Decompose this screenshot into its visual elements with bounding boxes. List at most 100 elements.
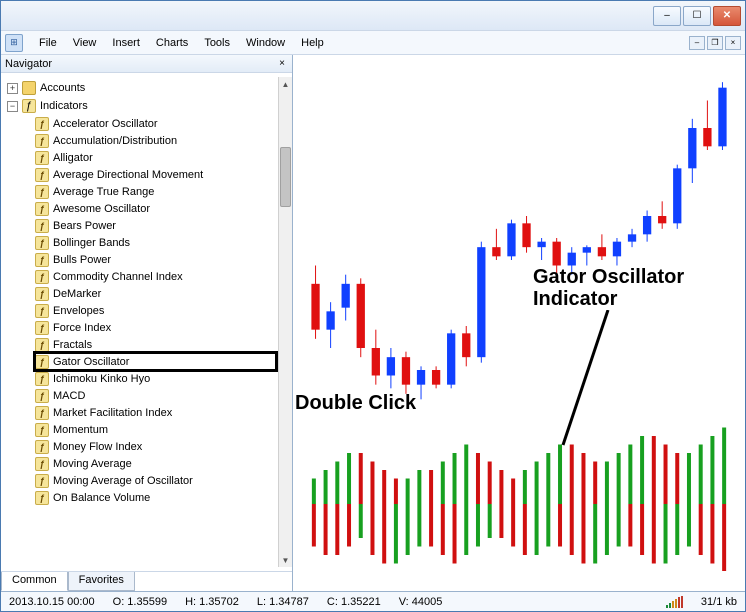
indicator-label: DeMarker xyxy=(53,288,101,300)
tree-node-indicators[interactable]: − ƒ Indicators xyxy=(7,97,276,115)
function-icon: ƒ xyxy=(35,151,49,165)
function-icon: ƒ xyxy=(35,236,49,250)
annotation-double-click: Double Click xyxy=(295,392,416,414)
mdi-close-button[interactable]: × xyxy=(725,36,741,50)
indicator-label: Momentum xyxy=(53,424,108,436)
function-icon: ƒ xyxy=(35,304,49,318)
menu-file[interactable]: File xyxy=(31,34,65,52)
menubar: ⊞ FileViewInsertChartsToolsWindowHelp – … xyxy=(1,31,745,55)
indicator-item[interactable]: ƒAverage True Range xyxy=(35,183,276,200)
chart-area[interactable]: Double Click Gator Oscillator Indicator xyxy=(293,55,745,591)
indicator-label: On Balance Volume xyxy=(53,492,150,504)
status-volume: V: 44005 xyxy=(399,596,443,608)
navigator-tree[interactable]: + Accounts − ƒ Indicators ƒ Accelerator O… xyxy=(1,77,278,567)
function-icon: ƒ xyxy=(35,117,49,131)
indicator-item[interactable]: ƒ Money Flow Index xyxy=(35,438,276,455)
window-minimize-button[interactable]: – xyxy=(653,6,681,26)
menu-help[interactable]: Help xyxy=(293,34,332,52)
mdi-minimize-button[interactable]: – xyxy=(689,36,705,50)
indicator-label: MACD xyxy=(53,390,85,402)
function-icon: ƒ xyxy=(35,389,49,403)
tab-favorites[interactable]: Favorites xyxy=(68,572,135,591)
indicator-item[interactable]: ƒFractals xyxy=(35,336,276,353)
accounts-label: Accounts xyxy=(40,82,85,94)
indicator-item[interactable]: ƒMoving Average of Oscillator xyxy=(35,472,276,489)
navigator-header: Navigator × xyxy=(1,55,292,73)
indicator-label: Accumulation/Distribution xyxy=(53,135,177,147)
navigator-title: Navigator xyxy=(5,58,52,70)
indicator-item[interactable]: ƒAccumulation/Distribution xyxy=(35,132,276,149)
indicators-icon: ƒ xyxy=(22,99,36,113)
tree-node-accounts[interactable]: + Accounts xyxy=(7,79,276,97)
indicator-item[interactable]: ƒMoving Average xyxy=(35,455,276,472)
indicator-item[interactable]: ƒMarket Facilitation Index xyxy=(35,404,276,421)
indicator-label: Money Flow Index xyxy=(53,441,142,453)
annotation-arrow-line xyxy=(558,310,618,450)
indicator-item[interactable]: ƒ DeMarker xyxy=(35,285,276,302)
navigator-close-button[interactable]: × xyxy=(276,58,288,69)
indicator-item[interactable]: ƒ On Balance Volume xyxy=(35,489,276,506)
navigator-panel: Navigator × + Accounts − ƒ Indicators ƒA… xyxy=(1,55,293,591)
function-icon: ƒ xyxy=(35,270,49,284)
tab-common[interactable]: Common xyxy=(1,572,68,591)
scroll-thumb[interactable] xyxy=(280,147,291,207)
navigator-scrollbar[interactable]: ▲ ▼ xyxy=(278,77,292,567)
connection-signal-icon xyxy=(666,596,683,608)
indicator-label: Envelopes xyxy=(53,305,104,317)
function-icon: ƒ xyxy=(35,219,49,233)
function-icon: ƒ xyxy=(35,287,49,301)
indicator-item[interactable]: ƒ Momentum xyxy=(35,421,276,438)
titlebar[interactable]: – ☐ ✕ xyxy=(1,1,745,31)
function-icon: ƒ xyxy=(35,440,49,454)
function-icon: ƒ xyxy=(35,185,49,199)
indicator-item[interactable]: ƒ Alligator xyxy=(35,149,276,166)
indicator-item[interactable]: ƒ Force Index xyxy=(35,319,276,336)
function-icon: ƒ xyxy=(35,202,49,216)
window-maximize-button[interactable]: ☐ xyxy=(683,6,711,26)
indicator-item[interactable]: ƒAverage Directional Movement xyxy=(35,166,276,183)
app-window: – ☐ ✕ ⊞ FileViewInsertChartsToolsWindowH… xyxy=(0,0,746,612)
function-icon: ƒ xyxy=(35,321,49,335)
function-icon: ƒ xyxy=(35,423,49,437)
indicator-label: Awesome Oscillator xyxy=(53,203,150,215)
annotation-indicator-name: Gator Oscillator Indicator xyxy=(533,266,684,310)
indicator-item[interactable]: ƒ Envelopes xyxy=(35,302,276,319)
function-icon: ƒ xyxy=(35,491,49,505)
status-traffic: 31/1 kb xyxy=(701,596,737,608)
indicator-item[interactable]: ƒBollinger Bands xyxy=(35,234,276,251)
indicator-label: Bears Power xyxy=(53,220,116,232)
status-datetime: 2013.10.15 00:00 xyxy=(9,596,95,608)
menu-window[interactable]: Window xyxy=(238,34,293,52)
scroll-up-icon[interactable]: ▲ xyxy=(279,77,292,91)
function-icon: ƒ xyxy=(35,338,49,352)
scroll-down-icon[interactable]: ▼ xyxy=(279,553,292,567)
expand-icon[interactable]: + xyxy=(7,83,18,94)
indicator-label: Accelerator Oscillator xyxy=(53,118,158,130)
indicator-label: Force Index xyxy=(53,322,111,334)
mdi-restore-button[interactable]: ❐ xyxy=(707,36,723,50)
indicator-label: Ichimoku Kinko Hyo xyxy=(53,373,150,385)
indicator-item[interactable]: ƒBulls Power xyxy=(35,251,276,268)
indicator-label: Alligator xyxy=(53,152,93,164)
indicator-item[interactable]: ƒCommodity Channel Index xyxy=(35,268,276,285)
indicator-item[interactable]: ƒ Awesome Oscillator xyxy=(35,200,276,217)
indicator-item[interactable]: ƒ Bears Power xyxy=(35,217,276,234)
collapse-icon[interactable]: − xyxy=(7,101,18,112)
indicator-item[interactable]: ƒ MACD xyxy=(35,387,276,404)
app-icon: ⊞ xyxy=(5,34,23,52)
window-close-button[interactable]: ✕ xyxy=(713,6,741,26)
indicator-item[interactable]: ƒGator Oscillator xyxy=(35,353,276,370)
indicator-item[interactable]: ƒIchimoku Kinko Hyo xyxy=(35,370,276,387)
menu-insert[interactable]: Insert xyxy=(104,34,148,52)
accounts-icon xyxy=(22,81,36,95)
status-open: O: 1.35599 xyxy=(113,596,167,608)
menu-tools[interactable]: Tools xyxy=(196,34,238,52)
indicators-label: Indicators xyxy=(40,100,88,112)
price-chart[interactable] xyxy=(293,55,745,571)
menu-charts[interactable]: Charts xyxy=(148,34,196,52)
indicator-label: Gator Oscillator xyxy=(53,356,129,368)
indicator-item[interactable]: ƒ Accelerator Oscillator xyxy=(35,115,276,132)
menu-view[interactable]: View xyxy=(65,34,105,52)
status-high: H: 1.35702 xyxy=(185,596,239,608)
status-low: L: 1.34787 xyxy=(257,596,309,608)
